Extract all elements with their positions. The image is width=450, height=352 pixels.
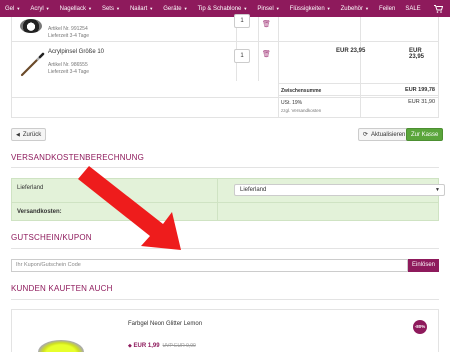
chevron-down-icon: ▼	[435, 187, 440, 193]
unit-price: EUR 23,95	[336, 48, 366, 54]
redeem-button[interactable]: Einlösen	[408, 259, 439, 272]
total-price: EUR 23,95	[409, 48, 425, 60]
refresh-icon: ⟳	[363, 132, 369, 138]
country-select[interactable]: Lieferland ▼	[234, 184, 445, 196]
nav-label: Flüssigkeiten	[289, 5, 325, 12]
product-image[interactable]	[38, 340, 84, 352]
vat-value: EUR 31,90	[408, 99, 435, 105]
nav-label: Gel	[5, 5, 15, 12]
divider	[11, 299, 439, 300]
vat-note: zzgl. Versandkosten	[281, 108, 322, 113]
chevron-down-icon: ▼	[115, 6, 120, 11]
nav-label: Tip & Schablone	[197, 5, 242, 12]
nav-item-geraete[interactable]: Geräte ▼	[158, 0, 192, 17]
shopping-cart-icon	[433, 4, 443, 13]
nav-label: Acryl	[30, 5, 44, 12]
country-select-value: Lieferland	[240, 187, 267, 193]
checkout-button[interactable]: Zur Kasse	[406, 128, 444, 141]
nav-label: SALE	[405, 5, 421, 12]
shipping-calculator: Lieferland Lieferland ▼ Versandkosten:	[11, 178, 445, 221]
chevron-down-icon: ▼	[326, 6, 331, 11]
nav-item-nailart[interactable]: Nailart ▼	[125, 0, 158, 17]
main-navigation: Gel ▼ Acryl ▼ Nagellack ▼ Sets ▼ Nailart ▼ Ge…	[0, 0, 450, 17]
tag-icon: ◆	[128, 343, 132, 349]
trash-icon[interactable]: 🗑	[262, 20, 271, 28]
chevron-down-icon: ▼	[365, 6, 369, 11]
delivery-time: Lieferzeit 3-4 Tage	[48, 69, 90, 75]
nav-item-pinsel[interactable]: Pinsel ▼	[252, 0, 284, 17]
coupon-input[interactable]: Ihr Kupon/Gutschein Code	[11, 259, 408, 272]
nav-label: Geräte	[163, 5, 182, 12]
nav-item-sale[interactable]: SALE	[400, 0, 425, 17]
nav-label: Nailart	[129, 5, 148, 12]
chevron-down-icon: ▼	[149, 6, 154, 11]
product-price: ◆ EUR 1,99 UVP EUR 9,90	[128, 343, 196, 349]
cart-button[interactable]	[426, 0, 450, 17]
refresh-button[interactable]: ⟳ Aktualisieren	[358, 128, 411, 141]
nav-label: Pinsel	[257, 5, 274, 12]
item-meta: Artikel Nr. 991254 Lieferzeit 3-4 Tage	[48, 26, 89, 40]
vat-label: USt. 19%	[281, 100, 303, 106]
chevron-down-icon: ▼	[16, 6, 21, 11]
product-name[interactable]: Farbgel Neon Glitter Lemon	[128, 321, 202, 327]
vat-row: USt. 19% zzgl. Versandkosten EUR 31,90	[278, 95, 438, 118]
old-price: UVP EUR 9,90	[162, 343, 196, 349]
nav-item-acryl[interactable]: Acryl ▼	[25, 0, 54, 17]
chevron-down-icon: ▼	[243, 6, 248, 11]
country-label: Lieferland	[17, 185, 44, 191]
article-number: Artikel Nr. 991254	[48, 26, 88, 32]
product-card[interactable]	[11, 309, 439, 352]
shipping-cost-label: Versandkosten:	[17, 209, 62, 215]
nav-item-fluessigkeiten[interactable]: Flüssigkeiten ▼	[285, 0, 336, 17]
subtotal-value: EUR 199,78	[405, 87, 435, 93]
shipping-title: VERSANDKOSTENBERECHNUNG	[11, 153, 145, 162]
refresh-label: Aktualisieren	[371, 131, 406, 138]
chevron-down-icon: ▼	[183, 6, 188, 11]
chevron-left-icon: ◀	[16, 131, 20, 138]
chevron-down-icon: ▼	[275, 6, 280, 11]
nav-label: Nagellack	[59, 5, 86, 12]
article-number: Artikel Nr. 986555	[48, 62, 88, 68]
cart-row: Artikel Nr. 991254 Lieferzeit 3-4 Tage 1…	[12, 14, 438, 42]
quantity-input[interactable]: 1	[234, 14, 250, 28]
nav-label: Feilen	[378, 5, 396, 12]
column-divider	[217, 179, 218, 220]
item-meta: Artikel Nr. 986555 Lieferzeit 3-4 Tage	[48, 62, 89, 76]
chevron-down-icon: ▼	[45, 6, 50, 11]
quantity-input[interactable]: 1	[234, 49, 250, 63]
cart-totals: Zwischensumme EUR 199,78 USt. 19% zzgl. …	[278, 81, 438, 118]
nav-item-nagellack[interactable]: Nagellack ▼	[55, 0, 97, 17]
chevron-down-icon: ▼	[87, 6, 92, 11]
checkout-label: Zur Kasse	[411, 131, 439, 138]
row-divider	[12, 202, 438, 203]
nav-label: Sets	[101, 5, 114, 12]
back-button[interactable]: ◀ Zurück	[11, 128, 47, 141]
cart-table: Artikel Nr. 991254 Lieferzeit 3-4 Tage 1…	[11, 14, 439, 118]
subtotal-row: Zwischensumme EUR 199,78	[278, 83, 438, 95]
current-price: EUR 1,99	[133, 343, 160, 349]
nav-item-sets[interactable]: Sets ▼	[97, 0, 125, 17]
divider	[11, 248, 439, 249]
nav-item-feilen[interactable]: Feilen	[374, 0, 400, 17]
subtotal-label: Zwischensumme	[281, 88, 322, 94]
recommend-title: KUNDEN KAUFTEN AUCH	[11, 284, 113, 293]
item-name[interactable]: Acrylpinsel Größe 10	[48, 49, 104, 55]
discount-badge: -80%	[413, 320, 427, 334]
coupon-title: GUTSCHEIN/KUPON	[11, 233, 92, 242]
divider	[11, 167, 439, 168]
delivery-time: Lieferzeit 3-4 Tage	[48, 33, 90, 39]
trash-icon[interactable]: 🗑	[262, 50, 271, 58]
nav-item-zubehoer[interactable]: Zubehör ▼	[336, 0, 374, 17]
nav-item-gel[interactable]: Gel ▼	[0, 0, 25, 17]
product-thumbnail	[20, 19, 42, 33]
product-thumbnail	[20, 52, 45, 77]
nav-label: Zubehör	[340, 5, 363, 12]
back-label: Zurück	[22, 131, 42, 138]
